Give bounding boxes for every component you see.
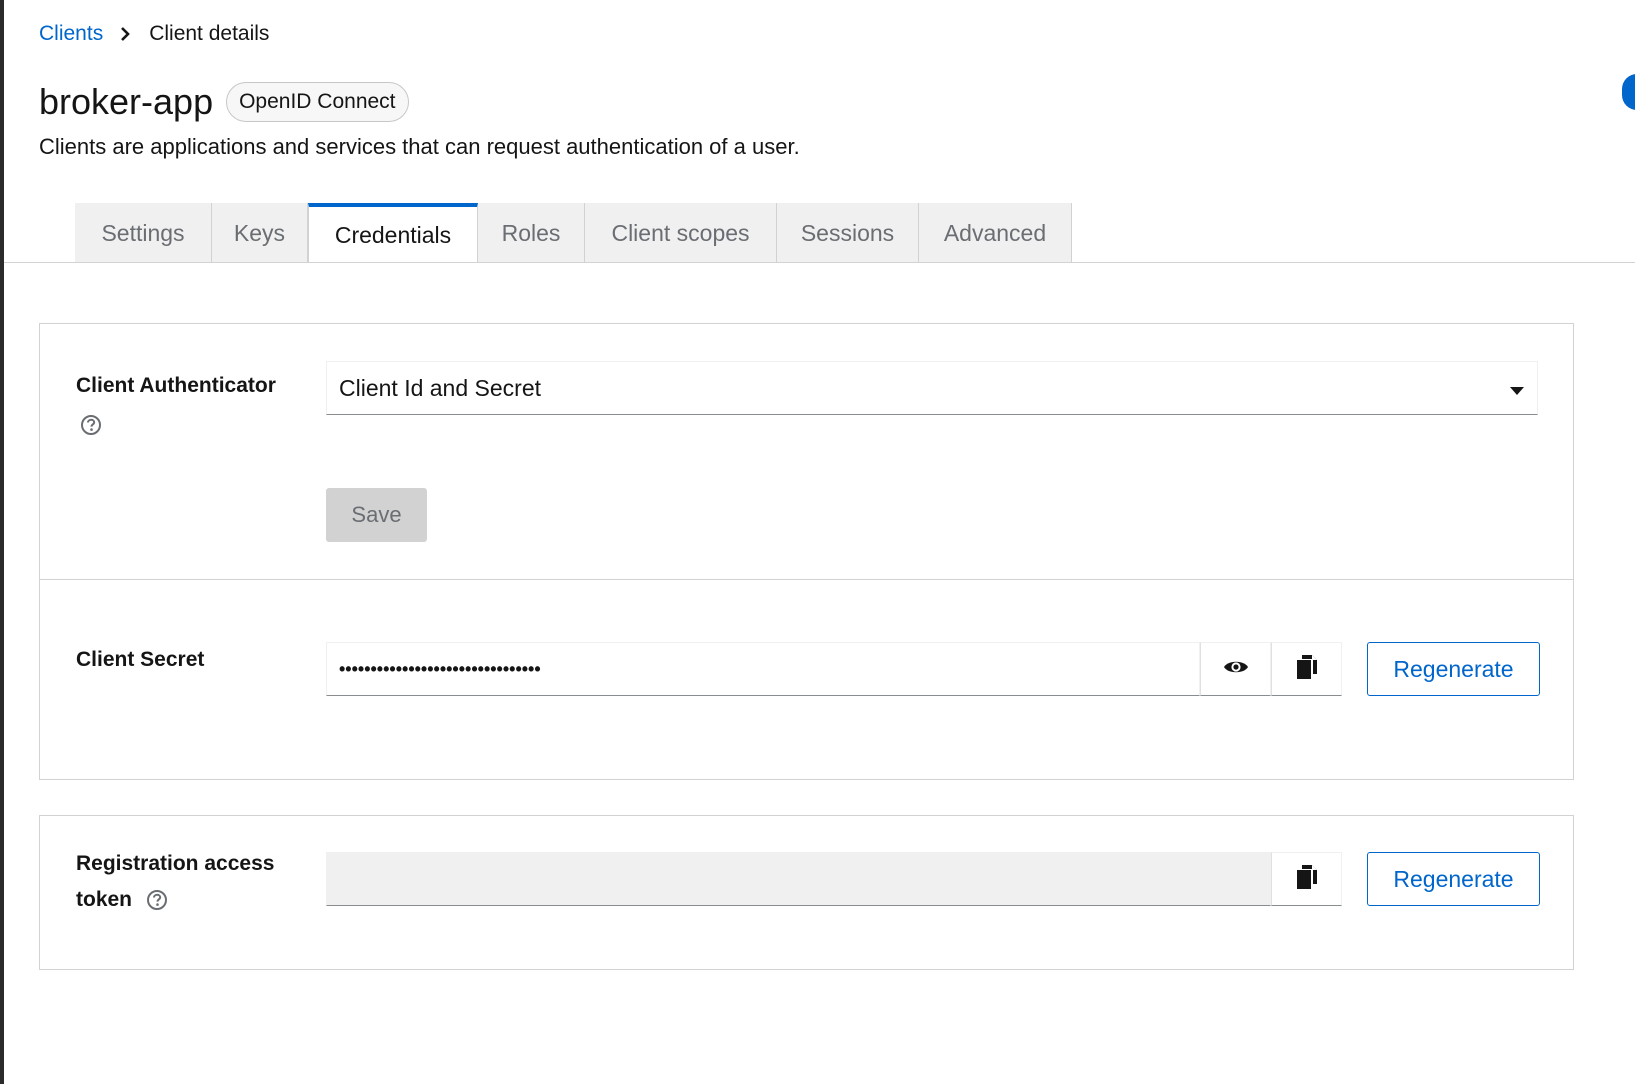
client-authenticator-select[interactable]: Client Id and Secret: [326, 361, 1538, 415]
page-toggle-switch[interactable]: [1622, 74, 1635, 110]
tab-credentials[interactable]: Credentials: [308, 203, 478, 263]
breadcrumb-current: Client details: [149, 22, 270, 45]
copy-token-button[interactable]: [1271, 852, 1342, 906]
tab-settings[interactable]: Settings: [75, 203, 212, 263]
page: Clients Client details broker-app OpenID…: [0, 0, 1635, 1084]
registration-token-label-line1: Registration access: [76, 852, 275, 875]
credentials-card: Client Authenticator Client Id and Secre…: [39, 323, 1574, 780]
client-secret-label: Client Secret: [76, 648, 205, 671]
chevron-right-icon: [120, 27, 131, 41]
title-row: broker-app OpenID Connect: [39, 80, 409, 124]
page-title: broker-app: [39, 81, 214, 122]
eye-icon: [1223, 658, 1249, 681]
save-button[interactable]: Save: [326, 488, 427, 542]
tab-keys[interactable]: Keys: [212, 203, 308, 263]
registration-token-label-line2: token: [76, 888, 133, 911]
copy-icon: [1296, 864, 1318, 895]
caret-down-icon: [1509, 375, 1525, 402]
page-description: Clients are applications and services th…: [39, 134, 800, 159]
help-circle-icon[interactable]: [80, 414, 102, 436]
client-secret-input[interactable]: ••••••••••••••••••••••••••••••••: [326, 642, 1200, 696]
show-secret-button[interactable]: [1200, 642, 1271, 696]
client-authenticator-value: Client Id and Secret: [339, 374, 542, 401]
regenerate-token-button[interactable]: Regenerate: [1367, 852, 1540, 906]
tab-sessions[interactable]: Sessions: [777, 203, 919, 263]
tab-roles[interactable]: Roles: [478, 203, 585, 263]
protocol-badge: OpenID Connect: [226, 82, 409, 122]
help-circle-icon[interactable]: [146, 889, 168, 911]
registration-token-label: Registration access token: [76, 846, 274, 918]
client-authenticator-label: Client Authenticator: [76, 368, 276, 404]
registration-token-group: [326, 852, 1342, 906]
tab-bar: Settings Keys Credentials Roles Client s…: [75, 203, 1072, 263]
breadcrumb-clients-link[interactable]: Clients: [39, 22, 103, 46]
card-divider: [40, 579, 1573, 580]
registration-token-label-line2-row: token: [76, 882, 274, 918]
client-authenticator-label-text: Client Authenticator: [76, 374, 276, 397]
regenerate-secret-button[interactable]: Regenerate: [1367, 642, 1540, 696]
registration-token-card: Registration access token Regenerate: [39, 815, 1574, 970]
registration-token-input: [326, 852, 1271, 906]
left-window-edge: [0, 0, 4, 1084]
breadcrumb: Clients Client details: [39, 22, 269, 46]
tabs-underline: [4, 262, 1635, 263]
tab-client-scopes[interactable]: Client scopes: [585, 203, 777, 263]
copy-icon: [1296, 654, 1318, 685]
client-secret-group: ••••••••••••••••••••••••••••••••: [326, 642, 1342, 696]
copy-secret-button[interactable]: [1271, 642, 1342, 696]
tab-advanced[interactable]: Advanced: [919, 203, 1072, 263]
